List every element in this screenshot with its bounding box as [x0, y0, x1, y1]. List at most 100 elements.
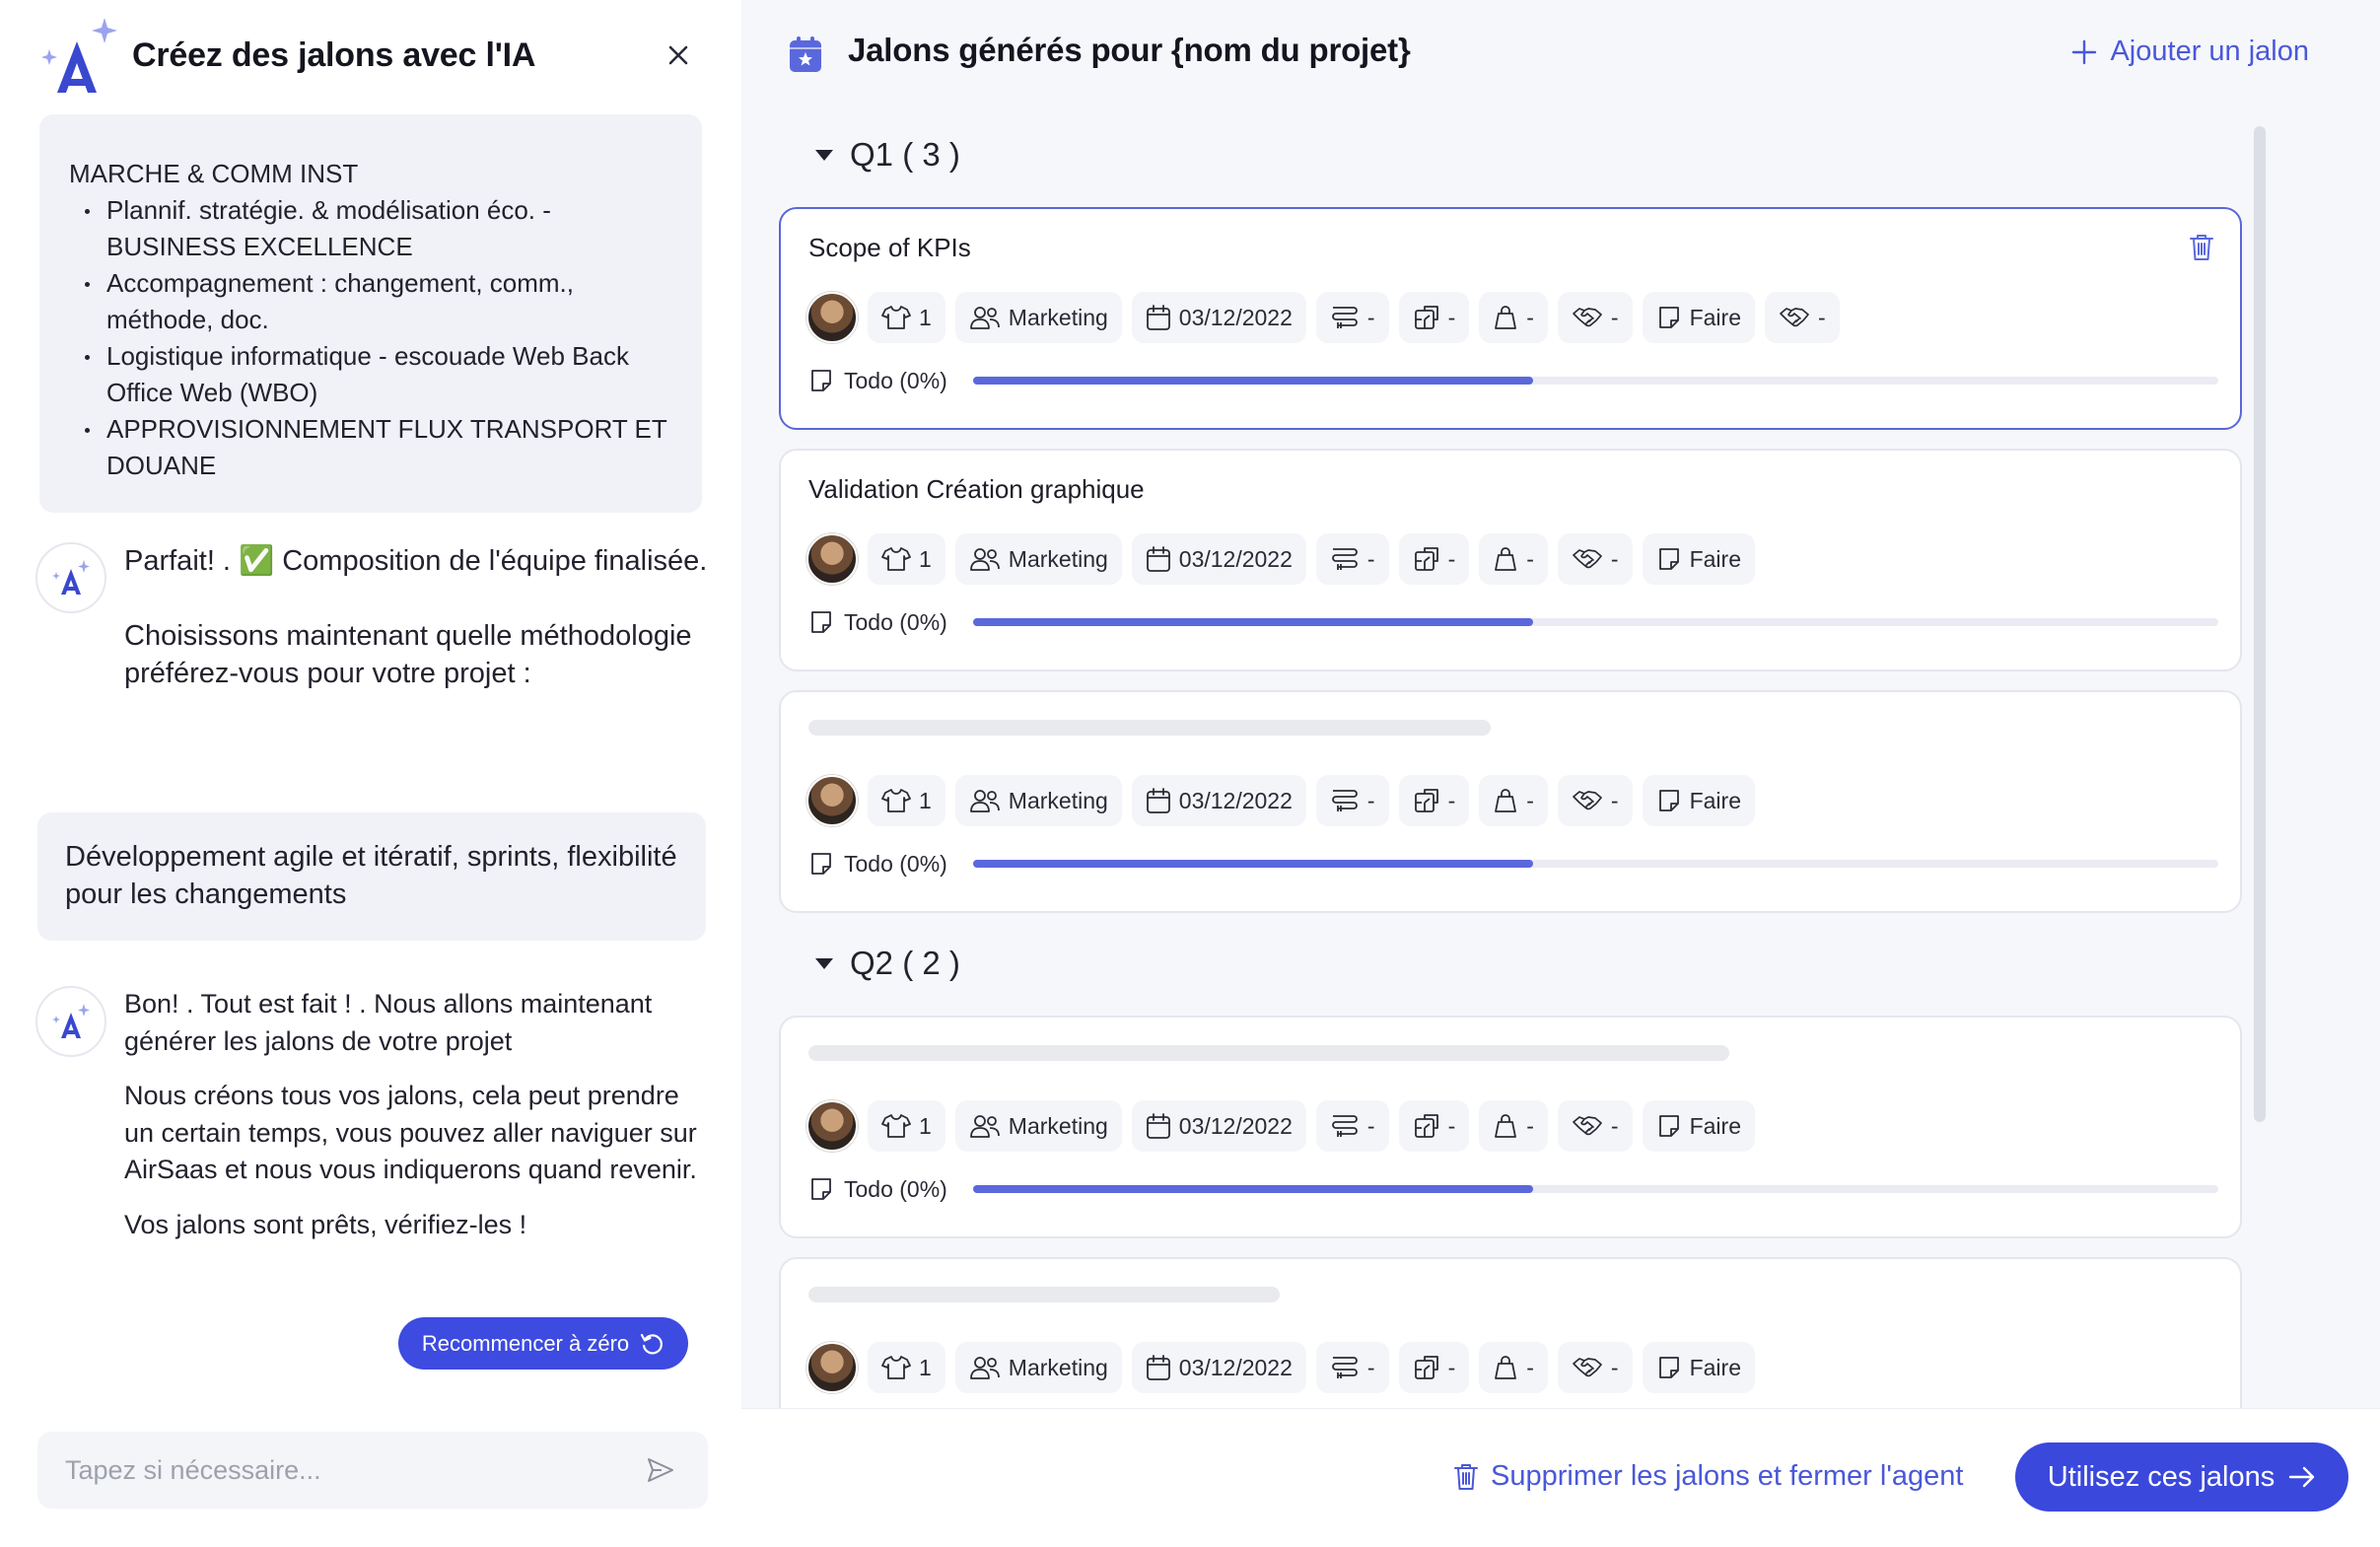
roadmap-chip[interactable]: - [1315, 1100, 1389, 1152]
progress-status[interactable]: Todo (0%) [808, 1176, 947, 1203]
progress-status[interactable]: Todo (0%) [808, 609, 947, 636]
milestone-card[interactable]: 1 Marketing 03/12/2022 - - - - Faire [779, 1257, 2242, 1408]
partner-chip[interactable]: - [1557, 1342, 1633, 1393]
date-chip[interactable]: 03/12/2022 [1131, 1100, 1306, 1152]
group-q1[interactable]: Q1 ( 3 ) [814, 136, 960, 174]
roadmap-chip[interactable]: - [1315, 533, 1389, 585]
note-icon [808, 368, 844, 393]
roadmap-icon [1330, 546, 1367, 572]
status-chip[interactable]: Faire [1642, 1100, 1755, 1152]
ai-avatar-icon [35, 986, 106, 1057]
owner-avatar[interactable] [806, 533, 858, 585]
check-emoji-icon: ✅ [239, 545, 275, 577]
budget-chip[interactable]: - [1479, 775, 1548, 826]
owner-avatar[interactable] [806, 1100, 858, 1152]
owner-count-chip[interactable]: 1 [868, 533, 945, 585]
team-chip[interactable]: Marketing [954, 292, 1122, 343]
partner-chip[interactable]: - [1557, 533, 1633, 585]
owner-count-chip[interactable]: 1 [868, 292, 945, 343]
budget-chip[interactable]: - [1479, 292, 1548, 343]
use-milestones-button[interactable]: Utilisez ces jalons [2015, 1442, 2348, 1512]
budget-chip[interactable]: - [1479, 1342, 1548, 1393]
budget-chip[interactable]: - [1479, 1100, 1548, 1152]
milestones-header: Jalons générés pour {nom du projet} Ajou… [741, 0, 2380, 108]
status-icon [1656, 546, 1690, 572]
puzzle-chip-value: - [1447, 1112, 1456, 1139]
arrow-right-icon [2289, 1466, 2315, 1488]
status-chip-value: Faire [1689, 545, 1741, 572]
owner-count-chip[interactable]: 1 [868, 1342, 945, 1393]
reset-button[interactable]: Recommencer à zéro [398, 1317, 688, 1370]
roadmap-chip[interactable]: - [1315, 1342, 1389, 1393]
delete-milestones-button[interactable]: Supprimer les jalons et fermer l'agent [1453, 1460, 1963, 1493]
roadmap-chip[interactable]: - [1315, 775, 1389, 826]
progress-row: Todo (0%) [808, 844, 2218, 883]
partner-chip-value: - [1610, 545, 1619, 572]
progress-status[interactable]: Todo (0%) [808, 851, 947, 878]
send-icon[interactable] [641, 1450, 680, 1490]
owner-count-chip-value: 1 [919, 787, 932, 813]
date-chip[interactable]: 03/12/2022 [1131, 1342, 1306, 1393]
puzzle-icon [1413, 787, 1448, 814]
puzzle-chip[interactable]: - [1398, 1100, 1470, 1152]
puzzle-chip[interactable]: - [1398, 292, 1470, 343]
budget-icon [1493, 788, 1526, 813]
progress-status[interactable]: Todo (0%) [808, 368, 947, 394]
partner-chip[interactable]: - [1557, 1100, 1633, 1152]
ai-chat-panel: Créez des jalons avec l'IA MARCHE & COMM… [0, 0, 730, 1547]
owner-count-chip[interactable]: 1 [868, 775, 945, 826]
status-icon [1656, 788, 1690, 813]
chat-input[interactable] [65, 1454, 641, 1486]
milestone-card[interactable]: 1 Marketing 03/12/2022 - - - - Faire Todo (0%) [779, 1016, 2242, 1238]
note-icon [808, 851, 844, 877]
scrollbar[interactable] [2254, 126, 2266, 1122]
budget-chip-value: - [1526, 1112, 1534, 1139]
partner-chip[interactable]: - [1557, 292, 1633, 343]
team-chip[interactable]: Marketing [954, 1342, 1122, 1393]
status-chip[interactable]: Faire [1642, 1342, 1755, 1393]
prompt-summary: MARCHE & COMM INST Plannif. stratégie. &… [39, 114, 702, 513]
budget-chip[interactable]: - [1479, 533, 1548, 585]
owner-count-chip[interactable]: 1 [868, 1100, 945, 1152]
partner-icon [1572, 305, 1611, 330]
milestone-title: Validation Création graphique [808, 474, 1145, 504]
status-chip[interactable]: Faire [1642, 775, 1755, 826]
team-icon [969, 1355, 1009, 1380]
date-chip[interactable]: 03/12/2022 [1131, 775, 1306, 826]
group-label: Q2 ( 2 ) [850, 945, 960, 981]
partner-chip[interactable]: - [1557, 775, 1633, 826]
team-icon [969, 546, 1009, 572]
milestone-card[interactable]: Validation Création graphique 1 Marketing… [779, 449, 2242, 671]
progress-label: Todo (0%) [844, 850, 947, 877]
team-chip[interactable]: Marketing [954, 1100, 1122, 1152]
loading-placeholder [808, 1045, 1729, 1061]
date-chip[interactable]: 03/12/2022 [1131, 533, 1306, 585]
status-chip[interactable]: Faire [1642, 533, 1755, 585]
puzzle-chip[interactable]: - [1398, 533, 1470, 585]
roadmap-chip[interactable]: - [1315, 292, 1389, 343]
partner-2-chip[interactable]: - [1765, 292, 1840, 343]
puzzle-chip[interactable]: - [1398, 775, 1470, 826]
team-chip[interactable]: Marketing [954, 533, 1122, 585]
owner-avatar[interactable] [806, 292, 858, 343]
team-chip[interactable]: Marketing [954, 775, 1122, 826]
date-chip-value: 03/12/2022 [1178, 1112, 1293, 1139]
milestone-card[interactable]: Scope of KPIs 1 Marketing 03/12/2022 - - - - Fa… [779, 207, 2242, 430]
loading-placeholder [808, 720, 1491, 736]
owner-count-chip-value: 1 [919, 304, 932, 330]
puzzle-chip[interactable]: - [1398, 1342, 1470, 1393]
status-chip[interactable]: Faire [1642, 292, 1755, 343]
trash-icon[interactable] [2189, 233, 2214, 262]
budget-chip-value: - [1526, 1354, 1534, 1380]
owner-avatar[interactable] [806, 775, 858, 826]
owner-avatar[interactable] [806, 1342, 858, 1393]
group-q2[interactable]: Q2 ( 2 ) [814, 945, 960, 982]
milestone-meta-row: 1 Marketing 03/12/2022 - - - - Faire [806, 773, 1765, 828]
close-icon[interactable] [663, 39, 694, 71]
date-chip[interactable]: 03/12/2022 [1131, 292, 1306, 343]
milestone-card[interactable]: 1 Marketing 03/12/2022 - - - - Faire Todo (0%) [779, 690, 2242, 913]
progress-row: Todo (0%) [808, 361, 2218, 400]
add-milestone-button[interactable]: Ajouter un jalon [2070, 35, 2309, 68]
progress-label: Todo (0%) [844, 1175, 947, 1202]
budget-icon [1493, 305, 1526, 330]
